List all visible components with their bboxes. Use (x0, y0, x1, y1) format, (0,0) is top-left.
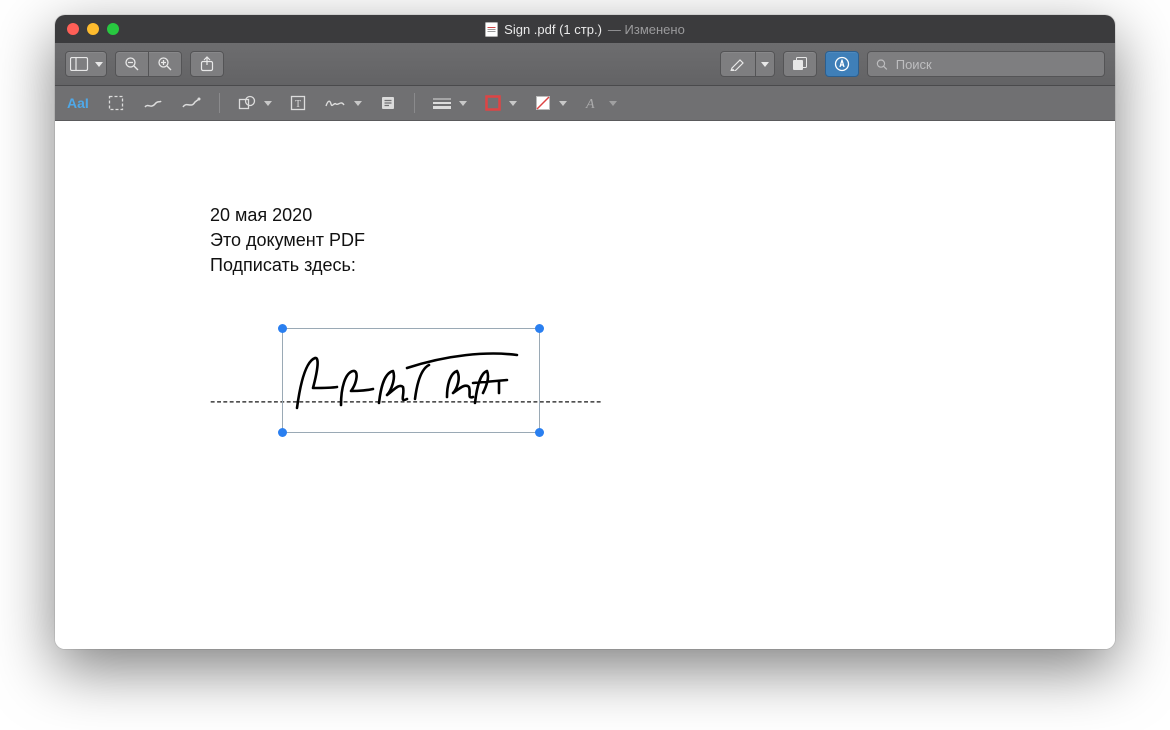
text-line-sign-here: Подписать здесь: (210, 253, 365, 278)
divider (219, 93, 220, 113)
text-tool-button[interactable]: T (290, 95, 306, 111)
svg-text:T: T (295, 99, 301, 110)
main-toolbar (55, 43, 1115, 86)
markup-toolbar: AaI T A (55, 86, 1115, 121)
zoom-controls (115, 51, 182, 77)
resize-handle-tr[interactable] (535, 324, 544, 333)
selection-box[interactable] (282, 328, 540, 433)
resize-handle-tl[interactable] (278, 324, 287, 333)
search-field[interactable] (867, 51, 1105, 77)
svg-text:A: A (585, 97, 595, 111)
fullscreen-window-button[interactable] (107, 23, 119, 35)
highlight-menu-button[interactable] (755, 51, 775, 77)
sketch-tool-button[interactable] (143, 95, 163, 111)
border-color-button[interactable] (485, 95, 517, 111)
share-button[interactable] (190, 51, 224, 77)
document-text-block: 20 мая 2020 Это документ PDF Подписать з… (210, 203, 365, 279)
fill-color-button[interactable] (535, 95, 567, 111)
selection-tool-button[interactable] (107, 94, 125, 112)
close-window-button[interactable] (67, 23, 79, 35)
zoom-in-button[interactable] (148, 51, 182, 77)
highlight-button[interactable] (720, 51, 755, 77)
highlight-controls (720, 51, 775, 77)
text-line-date: 20 мая 2020 (210, 203, 365, 228)
window-controls (55, 23, 119, 35)
font-style-button[interactable]: A (585, 95, 617, 111)
markup-toggle-button[interactable] (825, 51, 859, 77)
note-button[interactable] (380, 95, 396, 111)
rotate-button[interactable] (783, 51, 817, 77)
resize-handle-bl[interactable] (278, 428, 287, 437)
shapes-button[interactable] (238, 95, 272, 111)
modified-label: — Изменено (608, 22, 685, 37)
titlebar: Sign .pdf (1 стр.) — Изменено (55, 15, 1115, 43)
search-input[interactable] (894, 56, 1096, 73)
app-window: Sign .pdf (1 стр.) — Изменено (55, 15, 1115, 649)
sidebar-toggle-button[interactable] (65, 51, 107, 77)
search-icon (876, 58, 888, 71)
document-canvas[interactable]: 20 мая 2020 Это документ PDF Подписать з… (55, 121, 1115, 649)
filename-label: Sign .pdf (1 стр.) (504, 22, 602, 37)
window-title: Sign .pdf (1 стр.) — Изменено (55, 22, 1115, 37)
border-style-button[interactable] (433, 97, 467, 109)
divider (414, 93, 415, 113)
text-style-button[interactable]: AaI (67, 96, 89, 110)
draw-tool-button[interactable] (181, 95, 201, 111)
sign-button[interactable] (324, 96, 362, 110)
zoom-out-button[interactable] (115, 51, 148, 77)
document-icon (485, 22, 498, 37)
resize-handle-br[interactable] (535, 428, 544, 437)
minimize-window-button[interactable] (87, 23, 99, 35)
text-line-title: Это документ PDF (210, 228, 365, 253)
